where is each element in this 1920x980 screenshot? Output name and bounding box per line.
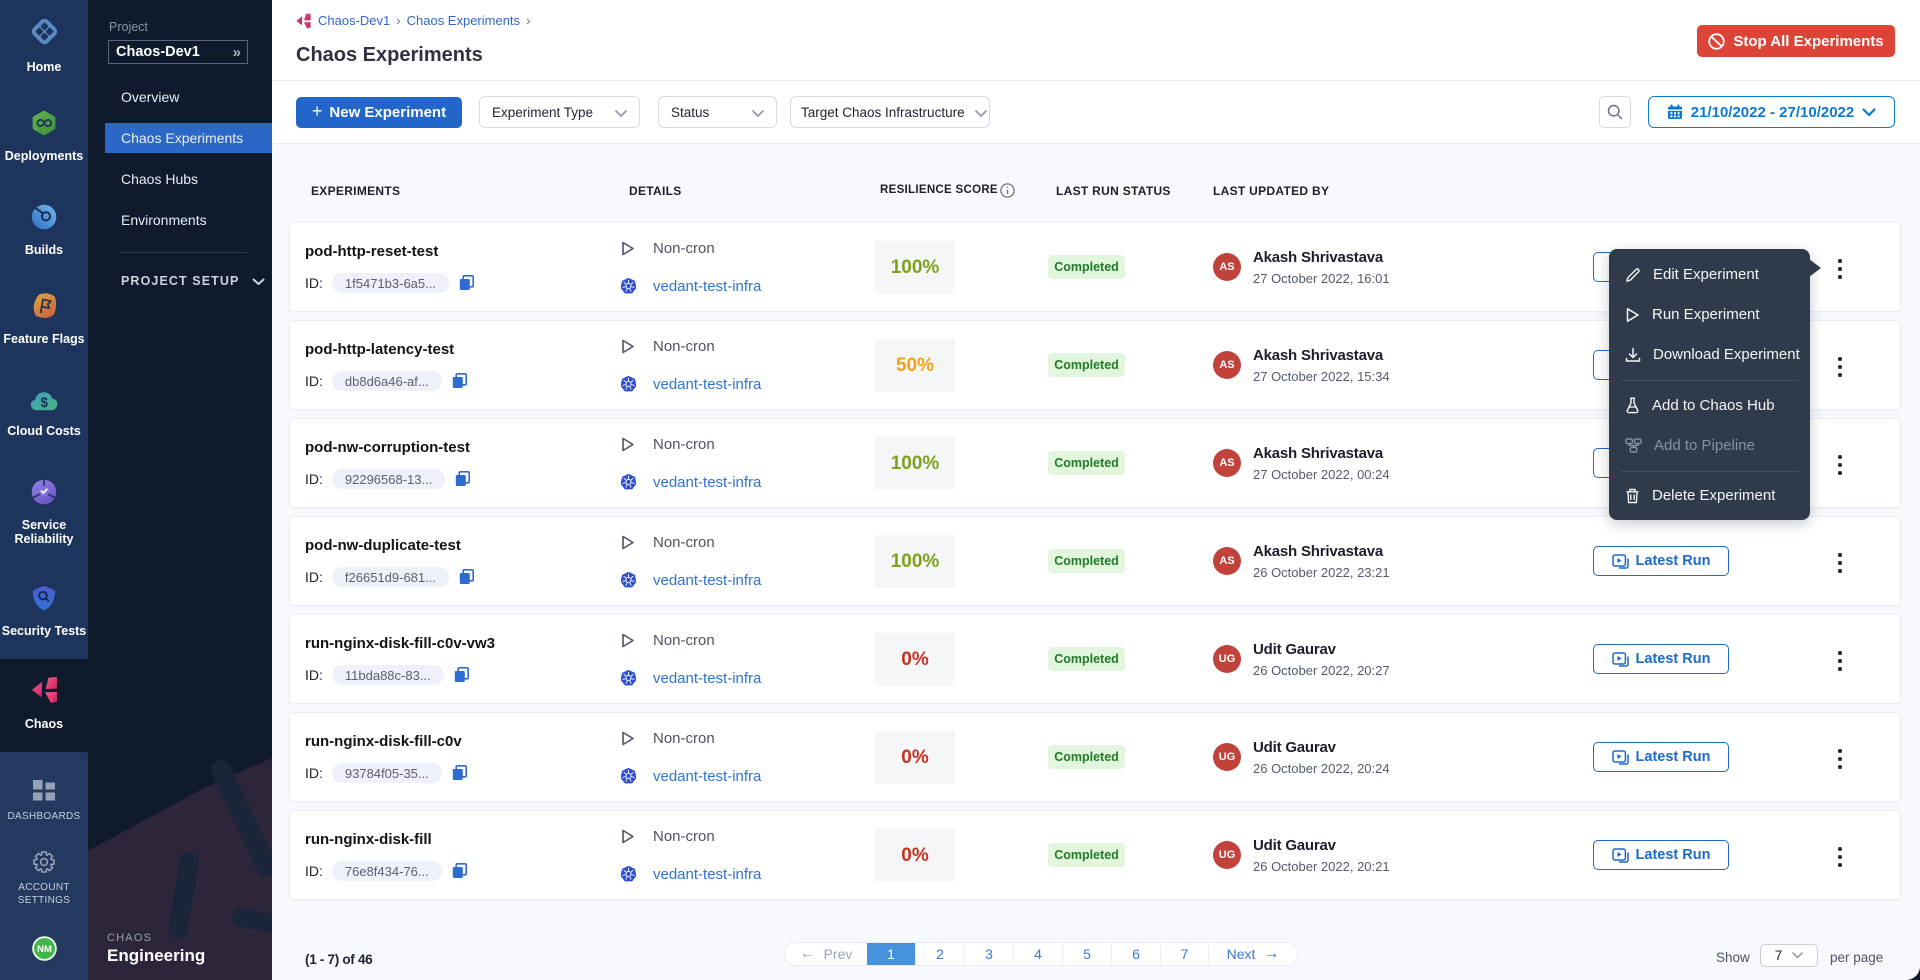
svg-text:NM: NM <box>37 944 52 955</box>
svg-text:$: $ <box>40 395 48 410</box>
